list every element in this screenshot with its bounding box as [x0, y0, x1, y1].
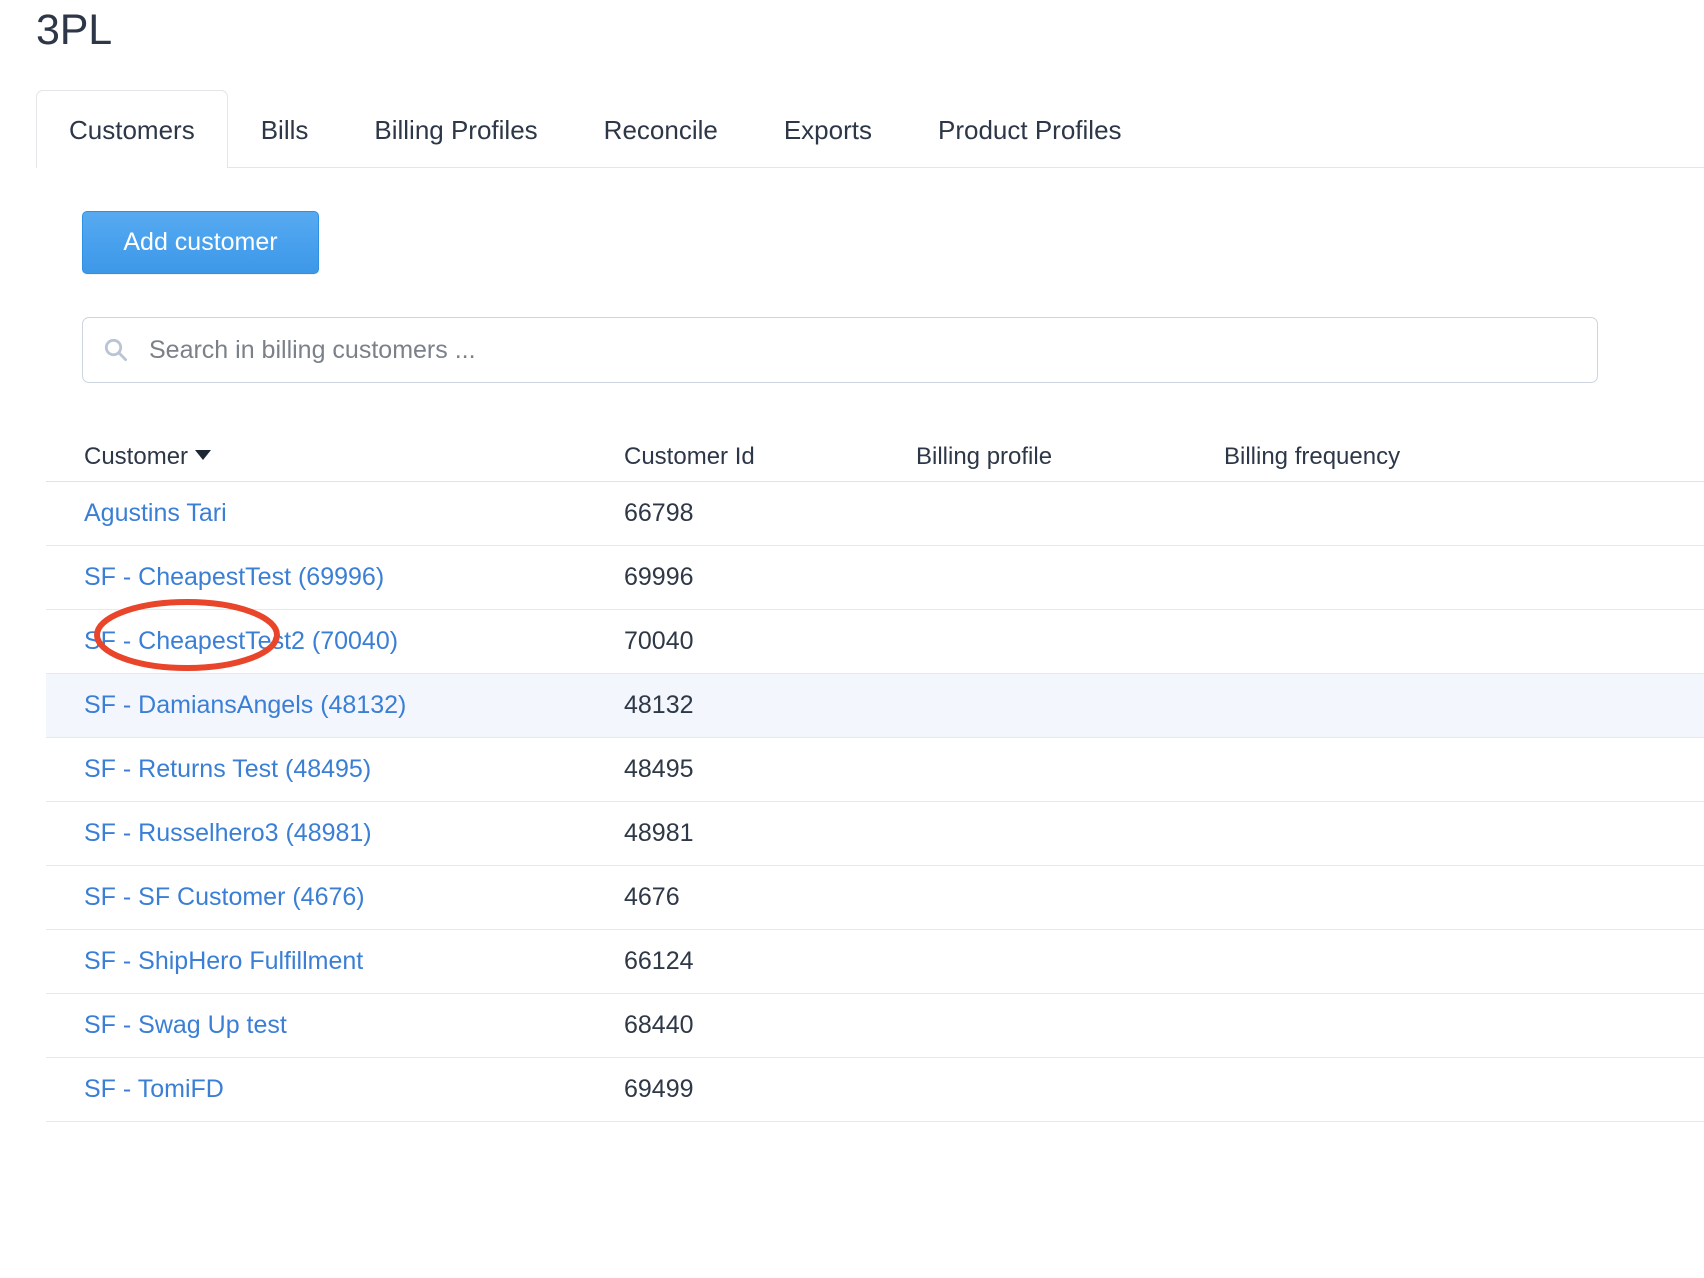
cell-customer-id: 70040	[624, 609, 916, 674]
customer-link[interactable]: SF - Swag Up test	[84, 1011, 287, 1039]
tab-reconcile[interactable]: Reconcile	[571, 90, 751, 168]
tab-label: Billing Profiles	[374, 115, 538, 145]
column-header-label: Customer	[84, 442, 189, 470]
app-root: 3PL Customers Bills Billing Profiles Rec…	[0, 0, 1704, 1278]
customer-link[interactable]: SF - Russelhero3 (48981)	[84, 819, 372, 847]
tab-label: Reconcile	[603, 115, 718, 145]
cell-billing-profile	[916, 481, 1224, 546]
cell-customer-id: 48981	[624, 801, 916, 866]
column-header-billing-profile[interactable]: Billing profile	[916, 423, 1224, 482]
table-row[interactable]: SF - ShipHero Fulfillment 66124	[46, 929, 1704, 994]
tab-label: Product Profiles	[938, 115, 1122, 145]
cell-customer-id: 66798	[624, 481, 916, 546]
cell-billing-profile	[916, 673, 1224, 738]
column-header-customer[interactable]: Customer	[46, 423, 624, 482]
cell-billing-profile	[916, 737, 1224, 802]
column-header-customer-id[interactable]: Customer Id	[624, 423, 916, 482]
cell-billing-profile	[916, 993, 1224, 1058]
cell-billing-profile	[916, 545, 1224, 610]
cell-customer: SF - CheapestTest2 (70040)	[46, 609, 624, 674]
table-row[interactable]: SF - CheapestTest2 (70040) 70040	[46, 609, 1704, 674]
tab-label: Exports	[783, 115, 872, 145]
customer-link[interactable]: SF - DamiansAngels (48132)	[84, 691, 406, 719]
cell-billing-frequency	[1224, 929, 1704, 994]
cell-billing-frequency	[1224, 865, 1704, 930]
cell-billing-frequency	[1224, 545, 1704, 610]
customer-link[interactable]: SF - ShipHero Fulfillment	[84, 947, 363, 975]
customer-link[interactable]: SF - SF Customer (4676)	[84, 883, 365, 911]
cell-billing-frequency	[1224, 801, 1704, 866]
customer-link[interactable]: Agustins Tari	[84, 499, 227, 527]
cell-billing-frequency	[1224, 481, 1704, 546]
table-body: Agustins Tari 66798 SF - CheapestTest (699…	[46, 481, 1704, 1122]
table-row[interactable]: SF - Returns Test (48495) 48495	[46, 737, 1704, 802]
cell-billing-profile	[916, 801, 1224, 866]
cell-billing-frequency	[1224, 1057, 1704, 1122]
cell-customer-id: 68440	[624, 993, 916, 1058]
cell-customer-id: 48495	[624, 737, 916, 802]
tab-list: Customers Bills Billing Profiles Reconci…	[36, 88, 1155, 169]
caret-down-icon	[195, 449, 212, 460]
cell-customer: SF - Russelhero3 (48981)	[46, 801, 624, 866]
tab-exports[interactable]: Exports	[751, 90, 905, 168]
customers-table: Customer Customer Id Billing profile Bil…	[46, 423, 1704, 1122]
table-header: Customer Customer Id Billing profile Bil…	[46, 423, 1704, 482]
search-icon	[103, 337, 129, 363]
customer-link[interactable]: SF - TomiFD	[84, 1075, 224, 1103]
search-box[interactable]	[82, 317, 1598, 383]
table-row[interactable]: SF - Swag Up test 68440	[46, 993, 1704, 1058]
cell-customer-id: 4676	[624, 865, 916, 930]
table-row[interactable]: SF - CheapestTest (69996) 69996	[46, 545, 1704, 610]
tab-bills[interactable]: Bills	[228, 90, 342, 168]
cell-billing-profile	[916, 865, 1224, 930]
cell-customer-id: 69499	[624, 1057, 916, 1122]
cell-customer-id: 66124	[624, 929, 916, 994]
tab-product-profiles[interactable]: Product Profiles	[905, 90, 1155, 168]
cell-customer: SF - TomiFD	[46, 1057, 624, 1122]
cell-customer: SF - Returns Test (48495)	[46, 737, 624, 802]
cell-billing-frequency	[1224, 737, 1704, 802]
tab-customers[interactable]: Customers	[36, 90, 228, 169]
tab-billing-profiles[interactable]: Billing Profiles	[341, 90, 570, 168]
table-row[interactable]: SF - SF Customer (4676) 4676	[46, 865, 1704, 930]
table-row[interactable]: SF - TomiFD 69499	[46, 1057, 1704, 1122]
cell-billing-frequency	[1224, 609, 1704, 674]
table-row[interactable]: Agustins Tari 66798	[46, 481, 1704, 546]
tab-panel-customers: Add customer Customer Customer Id Billin…	[36, 168, 1704, 1278]
customer-link[interactable]: SF - CheapestTest (69996)	[84, 563, 384, 591]
tab-label: Customers	[69, 115, 195, 145]
cell-billing-frequency	[1224, 993, 1704, 1058]
cell-customer: SF - SF Customer (4676)	[46, 865, 624, 930]
customer-link[interactable]: SF - Returns Test (48495)	[84, 755, 371, 783]
cell-customer: SF - DamiansAngels (48132)	[46, 673, 624, 738]
add-customer-button[interactable]: Add customer	[82, 211, 319, 274]
cell-customer: Agustins Tari	[46, 481, 624, 546]
customer-link[interactable]: SF - CheapestTest2 (70040)	[84, 627, 398, 655]
cell-billing-profile	[916, 609, 1224, 674]
table-row[interactable]: SF - DamiansAngels (48132) 48132	[46, 673, 1704, 738]
cell-customer-id: 69996	[624, 545, 916, 610]
search-input[interactable]	[147, 318, 1585, 382]
cell-billing-profile	[916, 1057, 1224, 1122]
cell-billing-frequency	[1224, 673, 1704, 738]
cell-customer: SF - CheapestTest (69996)	[46, 545, 624, 610]
page-title: 3PL	[36, 6, 112, 54]
cell-customer-id: 48132	[624, 673, 916, 738]
cell-customer: SF - ShipHero Fulfillment	[46, 929, 624, 994]
table-header-row: Customer Customer Id Billing profile Bil…	[46, 423, 1704, 482]
table-row[interactable]: SF - Russelhero3 (48981) 48981	[46, 801, 1704, 866]
column-header-billing-frequency[interactable]: Billing frequency	[1224, 423, 1704, 482]
cell-customer: SF - Swag Up test	[46, 993, 624, 1058]
tab-bar: Customers Bills Billing Profiles Reconci…	[0, 88, 1704, 169]
cell-billing-profile	[916, 929, 1224, 994]
tab-label: Bills	[260, 115, 309, 145]
